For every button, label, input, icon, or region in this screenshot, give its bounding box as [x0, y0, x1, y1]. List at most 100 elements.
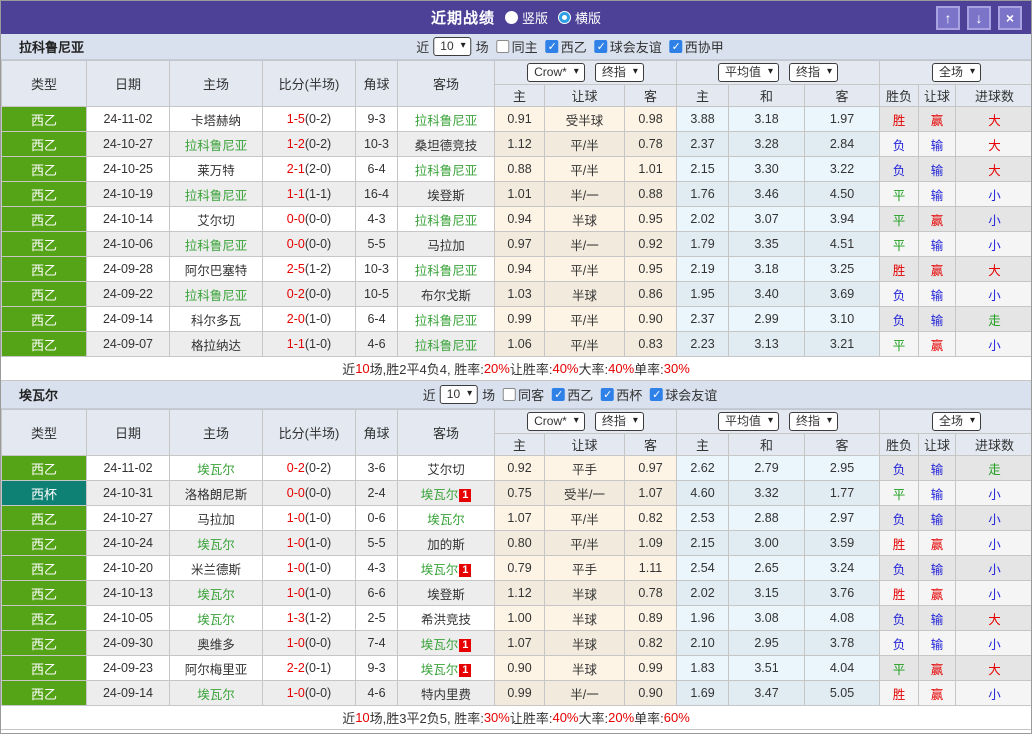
sub-column-header: 主	[494, 84, 545, 107]
type-badge: 西乙	[1, 131, 87, 157]
odds-source-select-0-0[interactable]: Crow* ▾	[527, 412, 585, 431]
odds-source-select-0-0[interactable]: Crow* ▾	[527, 63, 585, 82]
match-date: 24-10-31	[86, 480, 170, 506]
filter-checkbox-同客[interactable]: 同客	[503, 385, 544, 404]
half-time-score: (1-0)	[304, 337, 332, 351]
checkbox-label: 同客	[518, 388, 545, 403]
score-cell: 0-2(0-0)	[262, 281, 356, 307]
filter-checkbox-西乙[interactable]: ✓ 西乙	[552, 385, 593, 404]
move-down-button[interactable]: ↓	[967, 5, 991, 30]
chevron-down-icon: ▾	[970, 66, 976, 77]
filter-checkbox-同主[interactable]: 同主	[496, 37, 538, 56]
half-time-score: (0-0)	[304, 686, 332, 700]
summary-segment: 10	[355, 361, 370, 376]
dropdown-group-inner: 全场 ▾	[881, 63, 1031, 82]
recent-count-select[interactable]: 10 ▾	[433, 37, 472, 56]
match-date: 24-10-19	[86, 181, 170, 207]
corner-score: 0-6	[355, 505, 398, 531]
avg-draw: 3.46	[728, 181, 805, 207]
move-up-button[interactable]: ↑	[936, 5, 960, 30]
result-goals: 小	[955, 680, 1031, 706]
result-outcome: 负	[879, 281, 920, 307]
column-header: 日期	[86, 60, 170, 107]
away-team: 拉科鲁尼亚	[414, 163, 478, 178]
avg-home: 1.76	[676, 181, 729, 207]
avg-draw: 3.18	[728, 256, 805, 282]
odds-source-select-1-1[interactable]: 终指 ▾	[789, 63, 839, 82]
result-goals: 小	[955, 505, 1031, 531]
half-time-score: (0-2)	[304, 461, 332, 475]
result-outcome-value: 负	[892, 313, 906, 328]
odds-source-select-1-0[interactable]: 平均值 ▾	[717, 412, 779, 431]
team-section-band: 埃瓦尔近 10 ▾ 场同客 ✓ 西乙 ✓ 西杯 ✓ 球会友谊	[1, 381, 1031, 409]
odds-source-select-0-1[interactable]: 终指 ▾	[594, 63, 644, 82]
result-handicap-value: 输	[930, 313, 944, 328]
result-goals: 小	[955, 181, 1031, 207]
summary-segment: 30%	[483, 710, 510, 725]
odds-source-select-2-0[interactable]: 全场 ▾	[932, 412, 982, 431]
down-arrow-icon: ↓	[975, 9, 983, 26]
half-time-score: (1-0)	[304, 536, 332, 550]
avg-draw: 2.95	[728, 630, 805, 656]
odds-home: 1.00	[494, 605, 545, 631]
filter-checkbox-西协甲[interactable]: ✓ 西协甲	[669, 37, 724, 56]
full-time-score: 1-0	[286, 636, 305, 650]
result-handicap: 输	[918, 156, 957, 182]
recent-count-select[interactable]: 10 ▾	[439, 385, 479, 404]
result-goals: 小	[955, 231, 1031, 257]
corner-score: 4-3	[355, 555, 398, 581]
away-team: 埃瓦尔	[420, 562, 459, 577]
home-team: 科尔多瓦	[190, 313, 241, 328]
red-card-badge: 1	[459, 563, 472, 577]
away-team: 拉科鲁尼亚	[414, 213, 478, 228]
handicap: 半球	[544, 281, 625, 307]
handicap: 平/半	[544, 331, 625, 357]
odds-source-select-1-1[interactable]: 终指 ▾	[789, 412, 839, 431]
result-goals: 小	[955, 281, 1031, 307]
filter-checkbox-球会友谊[interactable]: ✓ 球会友谊	[650, 385, 717, 404]
layout-radio-vertical[interactable]: 竖版	[504, 8, 548, 27]
filter-checkbox-西杯[interactable]: ✓ 西杯	[601, 385, 642, 404]
odds-away: 0.82	[624, 505, 677, 531]
full-time-score: 1-2	[286, 137, 305, 151]
avg-away: 3.22	[803, 156, 881, 182]
away-team-cell: 拉科鲁尼亚	[397, 156, 495, 182]
result-outcome-value: 胜	[892, 537, 906, 552]
away-team: 特内里费	[420, 687, 471, 702]
sub-column-header: 进球数	[955, 433, 1031, 456]
avg-draw: 3.00	[728, 530, 805, 556]
half-time-score: (0-1)	[304, 661, 332, 675]
result-outcome-value: 平	[892, 487, 906, 502]
result-outcome-value: 胜	[892, 687, 906, 702]
result-outcome-value: 负	[892, 637, 906, 652]
filter-checkbox-球会友谊[interactable]: ✓ 球会友谊	[594, 37, 662, 56]
score-cell: 1-0(1-0)	[262, 555, 356, 581]
filter-checkbox-西乙[interactable]: ✓ 西乙	[545, 37, 587, 56]
avg-away: 3.21	[803, 331, 881, 357]
avg-home: 2.37	[676, 306, 729, 332]
layout-radio-horizontal[interactable]: 横版	[558, 8, 601, 27]
half-time-score: (0-0)	[304, 237, 332, 251]
home-team-cell: 艾尔切	[169, 206, 263, 232]
column-header: 客场	[397, 60, 495, 107]
score-cell: 1-0(1-0)	[262, 580, 356, 606]
odds-source-select-0-0-value: Crow*	[534, 65, 567, 79]
column-header: 比分(半场)	[262, 60, 356, 107]
close-button[interactable]: ×	[998, 5, 1022, 30]
full-time-score: 2-0	[286, 312, 305, 326]
half-time-score: (0-0)	[304, 486, 332, 500]
handicap: 受半球	[544, 106, 625, 132]
odds-source-select-1-0[interactable]: 平均值 ▾	[717, 63, 779, 82]
avg-draw: 3.40	[728, 281, 805, 307]
odds-away: 0.90	[624, 306, 677, 332]
full-time-score: 0-0	[286, 237, 305, 251]
match-row: 西乙 24-09-14 科尔多瓦 2-0(1-0) 6-4 拉科鲁尼亚 0.99 平/半 0.9…	[1, 306, 1031, 332]
odds-source-select-0-1[interactable]: 终指 ▾	[594, 412, 644, 431]
odds-source-select-2-0[interactable]: 全场 ▾	[932, 63, 982, 82]
summary-segment: 10	[355, 710, 370, 725]
away-team-cell: 艾尔切	[397, 455, 495, 481]
odds-source-select-0-1-value: 终指	[601, 65, 626, 79]
result-handicap: 赢	[918, 206, 957, 232]
corner-score: 6-6	[355, 580, 398, 606]
away-team-cell: 拉科鲁尼亚	[397, 206, 495, 232]
